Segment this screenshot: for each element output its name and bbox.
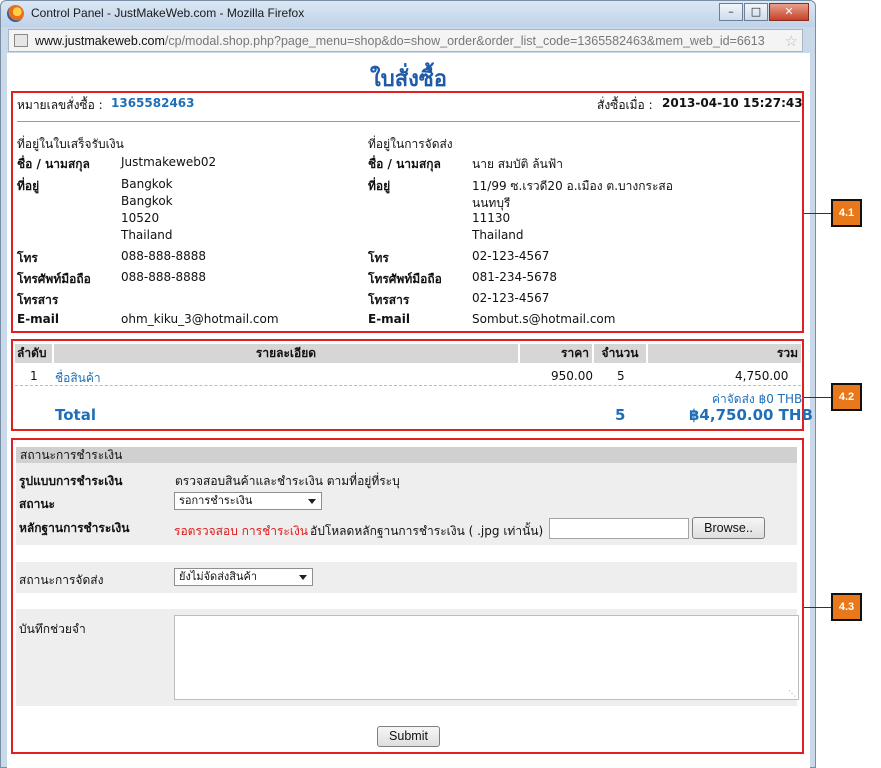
column-header-total: รวม xyxy=(648,344,801,363)
billing-email-label: E-mail xyxy=(17,312,60,326)
item-no: 1 xyxy=(30,369,38,383)
billing-mobile-label: โทรศัพท์มือถือ xyxy=(17,272,91,286)
shipping-email-label: E-mail xyxy=(368,312,411,326)
billing-address-line: Thailand xyxy=(121,228,173,242)
shipping-address-line: 11130 xyxy=(472,211,511,225)
shipping-phone: 02-123-4567 xyxy=(472,249,550,263)
annotation-box-4-3 xyxy=(11,438,804,754)
billing-name-label: ชื่อ / นามสกุล xyxy=(17,157,90,171)
shipping-heading: ที่อยู่ในการจัดส่ง xyxy=(368,137,453,151)
shipping-fax-label: โทรสาร xyxy=(368,293,410,307)
shipping-name-label: ชื่อ / นามสกุล xyxy=(368,157,441,171)
order-date-label: สั่งซื้อเมื่อ : xyxy=(597,98,653,112)
column-header-qty: จำนวน xyxy=(594,344,646,363)
billing-address-label: ที่อยู่ xyxy=(17,179,40,193)
window-controls: – □ ✕ xyxy=(718,3,809,21)
shipping-address-line: Thailand xyxy=(472,228,524,242)
close-button[interactable]: ✕ xyxy=(769,3,809,21)
order-date: 2013-04-10 15:27:43 xyxy=(662,96,803,110)
shipping-mobile: 081-234-5678 xyxy=(472,270,558,284)
billing-address-line: Bangkok xyxy=(121,194,173,208)
total-qty: 5 xyxy=(615,406,626,424)
firefox-icon xyxy=(7,5,24,22)
shipping-address-label: ที่อยู่ xyxy=(368,179,391,193)
item-qty: 5 xyxy=(617,369,625,383)
shipping-fax: 02-123-4567 xyxy=(472,291,550,305)
callout-4-1: 4.1 xyxy=(831,199,862,227)
order-number-label: หมายเลขสั่งซื้อ : xyxy=(17,98,103,112)
billing-email: ohm_kiku_3@hotmail.com xyxy=(121,312,279,326)
bookmark-star-icon[interactable]: ☆ xyxy=(785,32,798,50)
shipping-phone-label: โทร xyxy=(368,251,389,265)
item-total: 4,750.00 xyxy=(735,369,789,383)
column-header-price: ราคา xyxy=(520,344,592,363)
billing-mobile: 088-888-8888 xyxy=(121,270,207,284)
billing-phone: 088-888-8888 xyxy=(121,249,207,263)
minimize-button[interactable]: – xyxy=(719,3,743,21)
maximize-button[interactable]: □ xyxy=(744,3,768,21)
billing-phone-label: โทร xyxy=(17,251,38,265)
row-divider xyxy=(15,385,801,386)
billing-address-line: 10520 xyxy=(121,211,160,225)
callout-line-4-3 xyxy=(804,607,831,608)
total-label: Total xyxy=(55,406,96,424)
shipping-email: Sombut.s@hotmail.com xyxy=(472,312,616,326)
callout-line-4-1 xyxy=(804,213,831,214)
url-text[interactable]: www.justmakeweb.com/cp/modal.shop.php?pa… xyxy=(35,34,765,48)
divider xyxy=(17,121,800,122)
address-bar[interactable]: www.justmakeweb.com/cp/modal.shop.php?pa… xyxy=(8,29,803,52)
item-price: 950.00 xyxy=(551,369,593,383)
page-icon xyxy=(14,34,28,47)
callout-4-2: 4.2 xyxy=(831,383,862,411)
shipping-name: นาย สมบัติ ล้นฟ้า xyxy=(472,157,564,171)
callout-4-3: 4.3 xyxy=(831,593,862,621)
column-header-detail: รายละเอียด xyxy=(54,344,518,363)
grand-total: ฿4,750.00 THB xyxy=(689,406,813,424)
order-number: 1365582463 xyxy=(111,96,195,110)
window-title: Control Panel - JustMakeWeb.com - Mozill… xyxy=(31,6,305,20)
shipping-mobile-label: โทรศัพท์มือถือ xyxy=(368,272,442,286)
billing-address-line: Bangkok xyxy=(121,177,173,191)
billing-name: Justmakeweb02 xyxy=(121,155,217,169)
column-header-no: ลำดับ xyxy=(15,344,52,363)
billing-heading: ที่อยู่ในใบเสร็จรับเงิน xyxy=(17,137,124,151)
billing-fax-label: โทรสาร xyxy=(17,293,59,307)
callout-line-4-2 xyxy=(804,397,831,398)
title-bar: Control Panel - JustMakeWeb.com - Mozill… xyxy=(1,1,815,27)
